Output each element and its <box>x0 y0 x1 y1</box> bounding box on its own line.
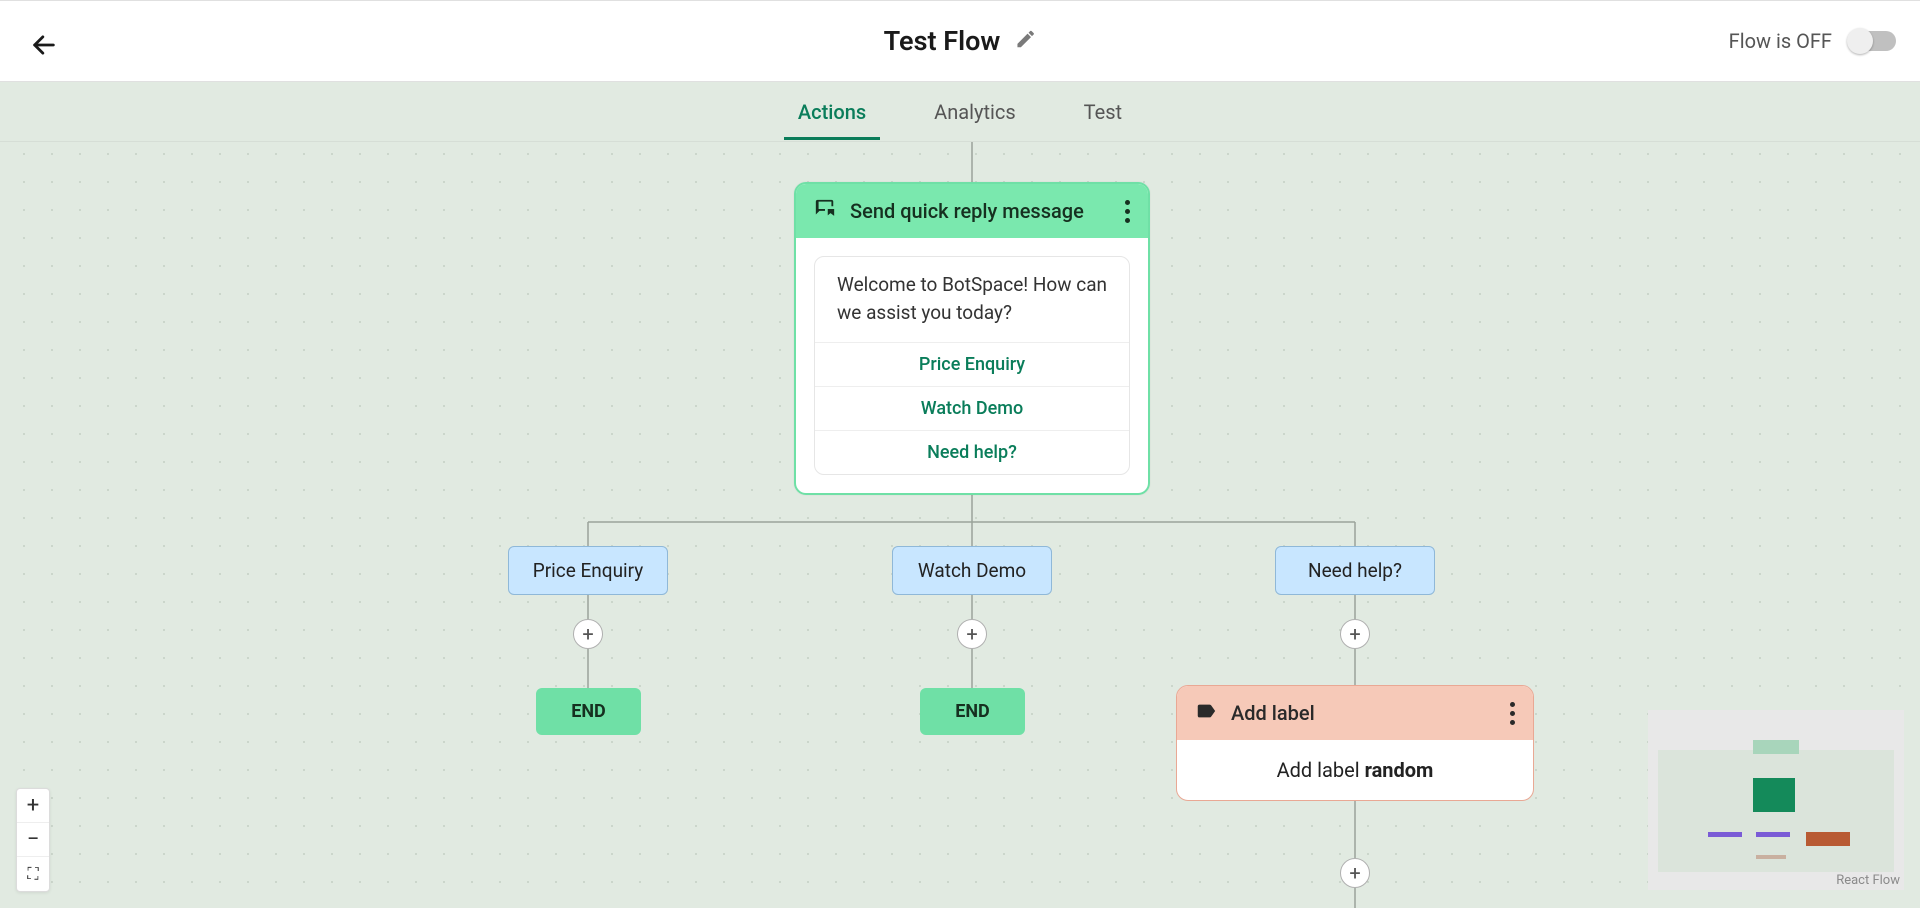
minimap-node <box>1753 740 1799 754</box>
minimap-node <box>1753 778 1795 812</box>
flow-state-label: Flow is OFF <box>1729 29 1832 53</box>
add-step-button-3[interactable]: + <box>1340 619 1370 649</box>
tab-test[interactable]: Test <box>1080 86 1126 138</box>
node-title: Send quick reply message <box>850 199 1110 223</box>
label-icon <box>1195 700 1217 726</box>
attribution-label: React Flow <box>1836 873 1900 888</box>
zoom-controls: + − ⛶ <box>16 788 50 892</box>
minimap-viewport <box>1658 750 1894 872</box>
quick-reply-icon <box>814 198 836 224</box>
node-body: Welcome to BotSpace! How can we assist y… <box>796 238 1148 493</box>
tab-analytics[interactable]: Analytics <box>930 86 1020 138</box>
pencil-icon <box>1014 28 1036 50</box>
minimap-node <box>1756 855 1786 859</box>
quick-reply-node[interactable]: Send quick reply message Welcome to BotS… <box>794 182 1150 495</box>
minimap-node <box>1806 832 1850 846</box>
flow-canvas[interactable]: Actions Analytics Test Send <box>0 82 1920 908</box>
back-button[interactable] <box>28 29 60 61</box>
zoom-in-button[interactable]: + <box>17 789 49 823</box>
node-menu-button[interactable] <box>1509 702 1515 725</box>
message-card: Welcome to BotSpace! How can we assist y… <box>814 256 1130 475</box>
label-body-prefix: Add label <box>1277 758 1365 782</box>
end-node-1[interactable]: END <box>536 688 641 735</box>
flow-toggle-area: Flow is OFF <box>1729 29 1896 53</box>
flow-toggle-switch[interactable] <box>1850 31 1896 51</box>
message-text: Welcome to BotSpace! How can we assist y… <box>815 257 1129 343</box>
tab-actions[interactable]: Actions <box>794 86 870 138</box>
zoom-out-button[interactable]: − <box>17 823 49 857</box>
tab-bar: Actions Analytics Test <box>0 82 1920 142</box>
add-step-button-4[interactable]: + <box>1340 858 1370 888</box>
reply-option-1[interactable]: Price Enquiry <box>815 343 1129 387</box>
title-area: Test Flow <box>884 25 1037 57</box>
add-label-node[interactable]: Add label Add label random <box>1176 685 1534 801</box>
arrow-left-icon <box>30 31 58 59</box>
reply-option-3[interactable]: Need help? <box>815 431 1129 474</box>
add-step-button-2[interactable]: + <box>957 619 987 649</box>
branch-need-help[interactable]: Need help? <box>1275 546 1435 595</box>
reply-option-2[interactable]: Watch Demo <box>815 387 1129 431</box>
minimap[interactable]: React Flow <box>1648 710 1904 890</box>
node-body: Add label random <box>1177 740 1533 800</box>
branch-price-enquiry[interactable]: Price Enquiry <box>508 546 668 595</box>
fullscreen-button[interactable]: ⛶ <box>17 857 49 891</box>
add-step-button-1[interactable]: + <box>573 619 603 649</box>
minimap-node <box>1756 832 1790 837</box>
branch-watch-demo[interactable]: Watch Demo <box>892 546 1052 595</box>
end-node-2[interactable]: END <box>920 688 1025 735</box>
app-header: Test Flow Flow is OFF <box>0 0 1920 82</box>
edit-title-button[interactable] <box>1014 28 1036 54</box>
label-body-value: random <box>1365 758 1434 782</box>
node-header: Add label <box>1177 686 1533 740</box>
flow-title: Test Flow <box>884 25 1001 57</box>
node-title: Add label <box>1231 701 1495 725</box>
minimap-node <box>1708 832 1742 837</box>
node-header: Send quick reply message <box>796 184 1148 238</box>
node-menu-button[interactable] <box>1124 200 1130 223</box>
